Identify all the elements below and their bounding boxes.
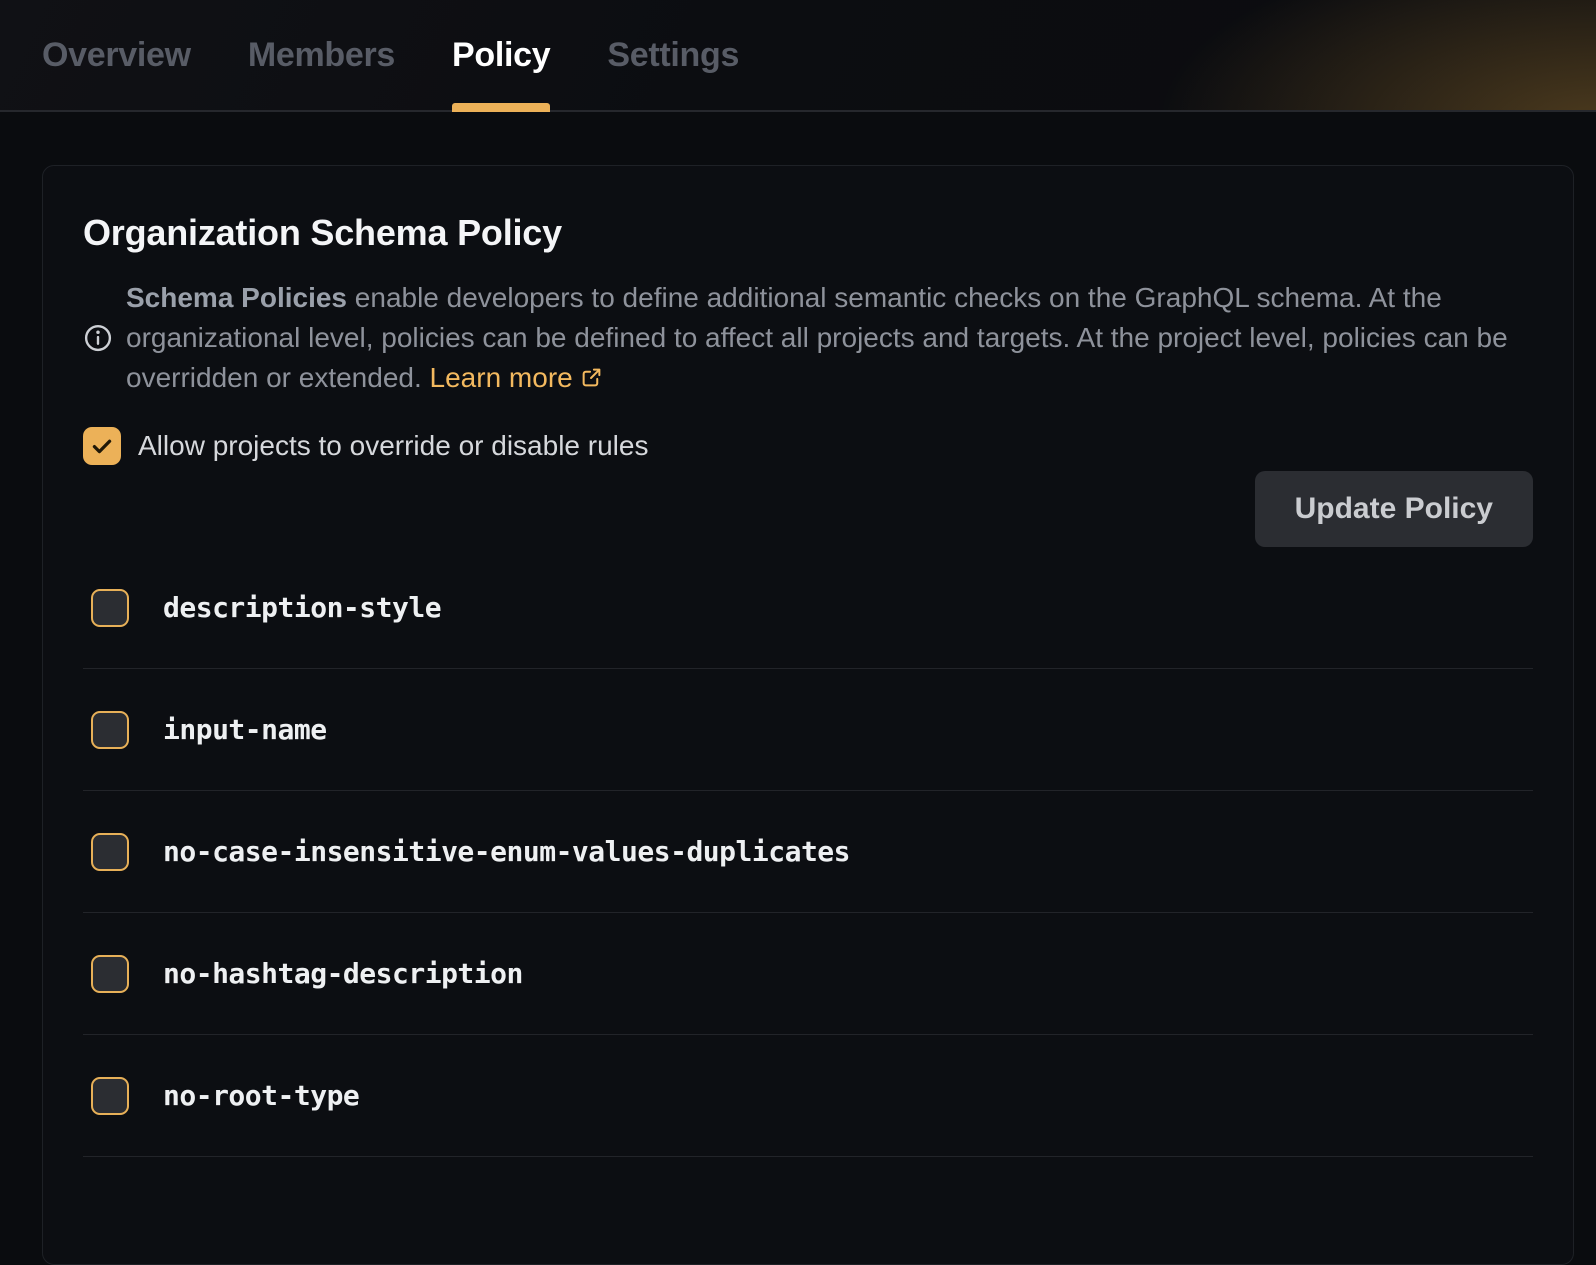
rules-list: description-style input-name no-case-ins… <box>83 547 1533 1157</box>
button-row: Update Policy <box>83 471 1533 547</box>
info-icon <box>83 323 113 353</box>
rule-checkbox[interactable] <box>91 1077 129 1115</box>
policy-description: Schema Policies enable developers to def… <box>126 278 1533 398</box>
learn-more-link[interactable]: Learn more <box>430 362 603 393</box>
rule-row-no-root-type: no-root-type <box>83 1035 1533 1157</box>
rule-checkbox[interactable] <box>91 833 129 871</box>
rule-checkbox[interactable] <box>91 589 129 627</box>
rule-name: no-root-type <box>163 1079 359 1112</box>
rule-name: no-hashtag-description <box>163 957 523 990</box>
tab-settings[interactable]: Settings <box>607 0 739 110</box>
tab-policy-label: Policy <box>452 36 550 75</box>
allow-override-label: Allow projects to override or disable ru… <box>138 430 648 462</box>
policy-description-row: Schema Policies enable developers to def… <box>83 278 1533 398</box>
tabs-nav: Overview Members Policy Settings <box>42 0 739 110</box>
rule-row-input-name: input-name <box>83 669 1533 791</box>
tab-overview[interactable]: Overview <box>42 0 191 110</box>
update-policy-button[interactable]: Update Policy <box>1255 471 1533 547</box>
page-title: Organization Schema Policy <box>83 212 1533 254</box>
main-content: Organization Schema Policy Schema Polici… <box>0 165 1596 1265</box>
rule-row-no-case-insensitive-enum-values-duplicates: no-case-insensitive-enum-values-duplicat… <box>83 791 1533 913</box>
check-icon <box>89 433 115 459</box>
learn-more-label: Learn more <box>430 362 573 393</box>
policy-description-lead: Schema Policies <box>126 282 347 313</box>
active-tab-indicator <box>452 103 550 112</box>
rule-row-description-style: description-style <box>83 547 1533 669</box>
tab-policy[interactable]: Policy <box>452 0 550 110</box>
allow-override-checkbox[interactable] <box>83 427 121 465</box>
rule-name: input-name <box>163 713 327 746</box>
tab-members[interactable]: Members <box>248 0 395 110</box>
policy-card: Organization Schema Policy Schema Polici… <box>42 165 1574 1265</box>
rule-row-no-hashtag-description: no-hashtag-description <box>83 913 1533 1035</box>
external-link-icon <box>580 366 603 389</box>
rule-name: description-style <box>163 591 441 624</box>
tab-bar: Overview Members Policy Settings <box>0 0 1596 112</box>
rule-name: no-case-insensitive-enum-values-duplicat… <box>163 835 850 868</box>
rule-checkbox[interactable] <box>91 711 129 749</box>
allow-override-row: Allow projects to override or disable ru… <box>83 427 1533 465</box>
rule-checkbox[interactable] <box>91 955 129 993</box>
